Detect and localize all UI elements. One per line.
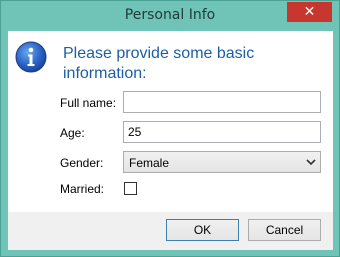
close-icon: ✕: [303, 4, 316, 20]
close-button[interactable]: ✕: [287, 2, 332, 22]
cancel-button[interactable]: Cancel: [248, 219, 321, 241]
married-checkbox[interactable]: [124, 182, 137, 195]
gender-label: Gender:: [60, 156, 104, 170]
title-bar[interactable]: Personal Info ✕: [1, 1, 339, 31]
button-bar: OK Cancel: [8, 212, 333, 250]
gender-selected-value: Female: [129, 156, 170, 170]
dialog-heading: Please provide some basic information:: [63, 45, 255, 82]
ok-button[interactable]: OK: [166, 219, 239, 241]
gender-select[interactable]: Female: [123, 151, 321, 173]
married-label: Married:: [60, 182, 105, 196]
full-name-input[interactable]: [123, 91, 321, 113]
dialog-window: Personal Info ✕ Please provide some basi…: [0, 0, 340, 257]
age-label: Age:: [60, 126, 85, 140]
info-icon: [15, 41, 47, 73]
age-input[interactable]: 25: [123, 121, 321, 143]
chevron-down-icon: [306, 159, 316, 166]
full-name-label: Full name:: [60, 96, 117, 110]
dialog-body: Please provide some basic information: F…: [8, 31, 333, 212]
